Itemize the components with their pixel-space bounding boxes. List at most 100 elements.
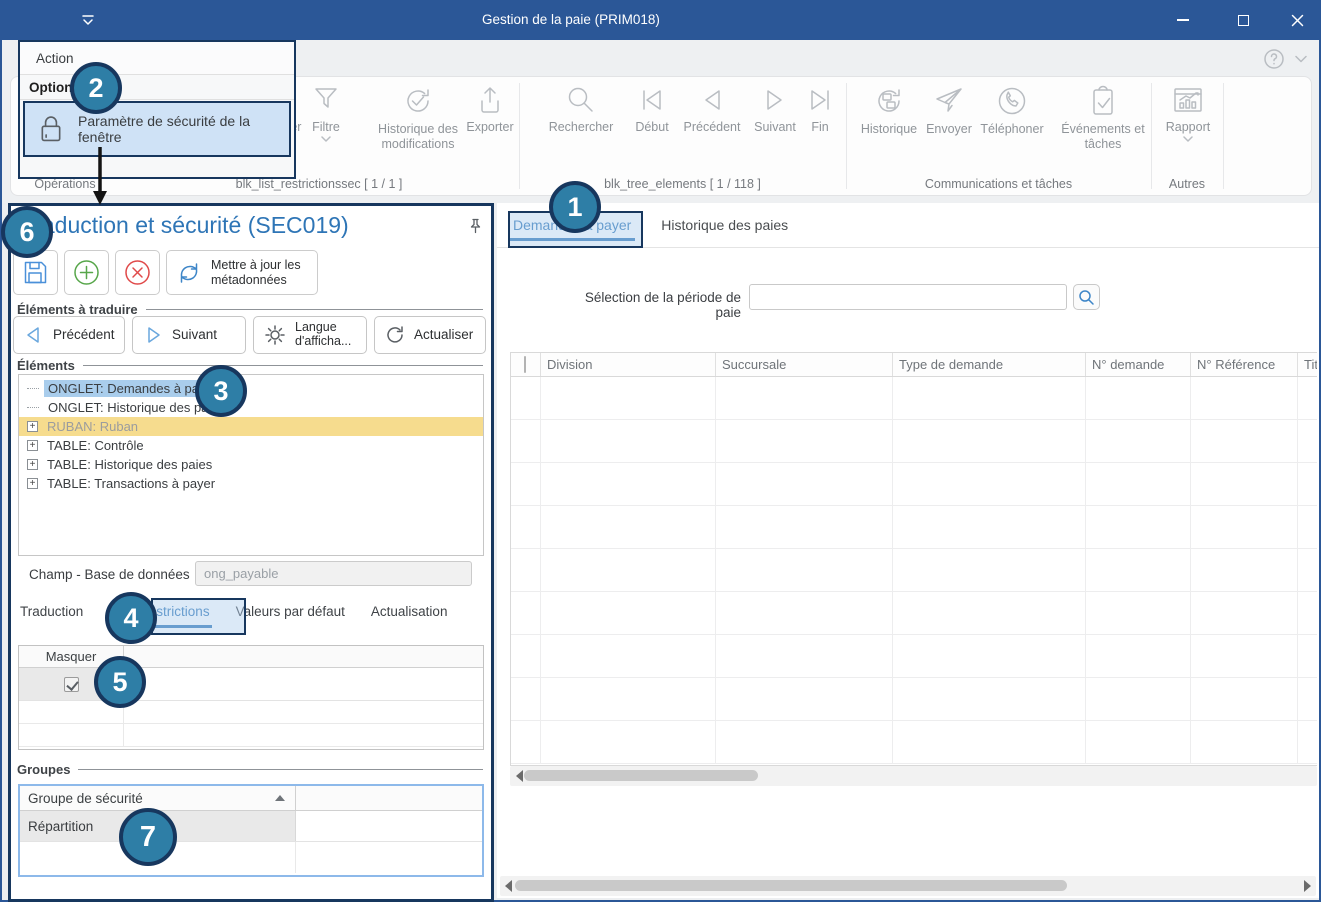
ribbon-button-suivant[interactable]: Suivant xyxy=(749,84,801,135)
periode-paie-input[interactable] xyxy=(749,284,1067,310)
tree-item-onglet-demandes[interactable]: ONGLET: Demandes à payer xyxy=(19,379,483,398)
sort-ascending-icon[interactable] xyxy=(275,795,285,801)
collapse-ribbon-icon[interactable] xyxy=(1295,55,1307,63)
menu-tab-action[interactable]: Action xyxy=(20,42,294,75)
suivant-button[interactable]: Suivant xyxy=(132,316,246,354)
ribbon-button-debut[interactable]: Début xyxy=(629,84,675,135)
callout-7: 7 xyxy=(119,808,177,866)
scroll-right-icon[interactable] xyxy=(1304,880,1311,892)
table-row[interactable] xyxy=(511,721,1317,764)
ribbon-group-comm: Communications et tâches xyxy=(846,177,1151,191)
langue-affichage-button[interactable]: Langue d'afficha... xyxy=(253,316,367,354)
expand-plus-icon[interactable]: + xyxy=(27,440,38,451)
precedent-button[interactable]: Précédent xyxy=(13,316,125,354)
column-header-no-demande[interactable]: N° demande xyxy=(1086,353,1191,376)
periode-paie-search-button[interactable] xyxy=(1073,284,1100,310)
table-row[interactable] xyxy=(511,420,1317,463)
champ-base-donnees-field[interactable] xyxy=(195,561,472,586)
table-row[interactable] xyxy=(511,678,1317,721)
filter-icon xyxy=(310,84,342,116)
table-row[interactable] xyxy=(511,592,1317,635)
column-header-division[interactable]: Division xyxy=(541,353,716,376)
ribbon-separator xyxy=(1151,83,1152,189)
ribbon-button-fin[interactable]: Fin xyxy=(803,84,837,135)
scroll-left-icon[interactable] xyxy=(505,880,512,892)
section-groupes: Groupes xyxy=(17,762,483,777)
export-icon xyxy=(474,84,506,116)
masquer-checkbox[interactable] xyxy=(64,677,79,692)
refresh-icon xyxy=(384,324,406,346)
panel-horizontal-scrollbar[interactable] xyxy=(500,876,1316,896)
select-all-checkbox[interactable] xyxy=(524,356,526,373)
ribbon-button-filtre[interactable]: Filtre xyxy=(297,84,355,146)
tab-actualisation[interactable]: Actualisation xyxy=(371,604,448,619)
table-row[interactable] xyxy=(19,668,483,701)
update-metadata-button[interactable]: Mettre à jour les métadonnées xyxy=(166,250,318,295)
table-row[interactable]: Répartition xyxy=(20,811,482,842)
tree-item-ruban[interactable]: + RUBAN: Ruban xyxy=(19,417,483,436)
lock-icon xyxy=(38,114,64,144)
report-chart-icon xyxy=(1171,84,1205,116)
ribbon-button-rapport[interactable]: Rapport xyxy=(1159,84,1217,146)
pin-icon[interactable] xyxy=(468,218,483,234)
window-title: Gestion de la paie (PRIM018) xyxy=(482,12,660,27)
next-record-icon xyxy=(760,84,790,116)
column-header-succursale[interactable]: Succursale xyxy=(716,353,893,376)
scrollbar-thumb[interactable] xyxy=(515,880,1067,891)
delete-button[interactable] xyxy=(115,250,160,295)
refresh-icon xyxy=(175,259,203,287)
tree-connector xyxy=(27,407,39,408)
table-row[interactable] xyxy=(511,506,1317,549)
tab-historique-des-paies[interactable]: Historique des paies xyxy=(661,217,788,233)
ribbon-button-historique[interactable]: Historique xyxy=(853,84,925,137)
table-row[interactable] xyxy=(19,701,483,724)
tree-item-table-historique[interactable]: + TABLE: Historique des paies xyxy=(19,455,483,474)
ribbon-button-telephoner[interactable]: Téléphoner xyxy=(975,84,1049,137)
scroll-left-icon[interactable] xyxy=(516,770,523,782)
tree-item-table-transactions[interactable]: + TABLE: Transactions à payer xyxy=(19,474,483,493)
save-icon xyxy=(22,259,49,286)
tab-valeurs-par-defaut[interactable]: Valeurs par défaut xyxy=(236,604,345,619)
groupe-securite-column-header[interactable]: Groupe de sécurité xyxy=(20,786,296,810)
column-header-no-reference[interactable]: N° Référence xyxy=(1191,353,1298,376)
tree-item-table-controle[interactable]: + TABLE: Contrôle xyxy=(19,436,483,455)
table-row[interactable] xyxy=(511,377,1317,420)
maximize-button[interactable] xyxy=(1220,0,1266,40)
callout-2: 2 xyxy=(70,62,122,114)
column-header-titre[interactable]: Titre xyxy=(1298,353,1317,376)
previous-record-icon xyxy=(697,84,727,116)
ribbon-button-envoyer[interactable]: Envoyer xyxy=(923,84,975,137)
expand-plus-icon[interactable]: + xyxy=(27,478,38,489)
table-row[interactable] xyxy=(511,463,1317,506)
scrollbar-thumb[interactable] xyxy=(524,770,758,781)
last-record-icon xyxy=(805,84,835,116)
table-horizontal-scrollbar[interactable] xyxy=(510,766,1317,786)
table-row[interactable] xyxy=(19,724,483,747)
actualiser-button[interactable]: Actualiser xyxy=(374,316,486,354)
quick-access-caret-icon[interactable] xyxy=(80,13,96,27)
tree-connector xyxy=(27,388,39,389)
tree-item-onglet-historique[interactable]: ONGLET: Historique des paies xyxy=(19,398,483,417)
restrictions-table: Masquer xyxy=(18,645,484,750)
table-row[interactable] xyxy=(20,842,482,873)
tab-traduction[interactable]: Traduction xyxy=(20,604,83,619)
left-tab-strip: Traduction I Restrictions Valeurs par dé… xyxy=(20,604,447,619)
expand-plus-icon[interactable]: + xyxy=(27,421,38,432)
close-button[interactable] xyxy=(1274,0,1320,40)
minimize-button[interactable] xyxy=(1160,0,1206,40)
phone-icon xyxy=(995,84,1029,118)
ribbon-button-evenements[interactable]: Événements et tâches xyxy=(1059,84,1147,152)
add-button[interactable] xyxy=(64,250,109,295)
help-icon[interactable] xyxy=(1263,48,1285,70)
table-row[interactable] xyxy=(511,549,1317,592)
champ-base-donnees-label: Champ - Base de données xyxy=(29,567,190,582)
menu-item-parametre-securite[interactable]: Paramètre de sécurité de la fenêtre xyxy=(23,101,291,157)
section-elements-a-traduire: Éléments à traduire xyxy=(17,302,483,317)
ribbon-button-rechercher[interactable]: Rechercher xyxy=(543,84,619,135)
plus-circle-icon xyxy=(72,258,101,287)
ribbon-button-precedent[interactable]: Précédent xyxy=(677,84,747,135)
ribbon-button-exporter[interactable]: Exporter xyxy=(456,84,524,135)
column-header-type[interactable]: Type de demande xyxy=(893,353,1086,376)
table-row[interactable] xyxy=(511,635,1317,678)
expand-plus-icon[interactable]: + xyxy=(27,459,38,470)
